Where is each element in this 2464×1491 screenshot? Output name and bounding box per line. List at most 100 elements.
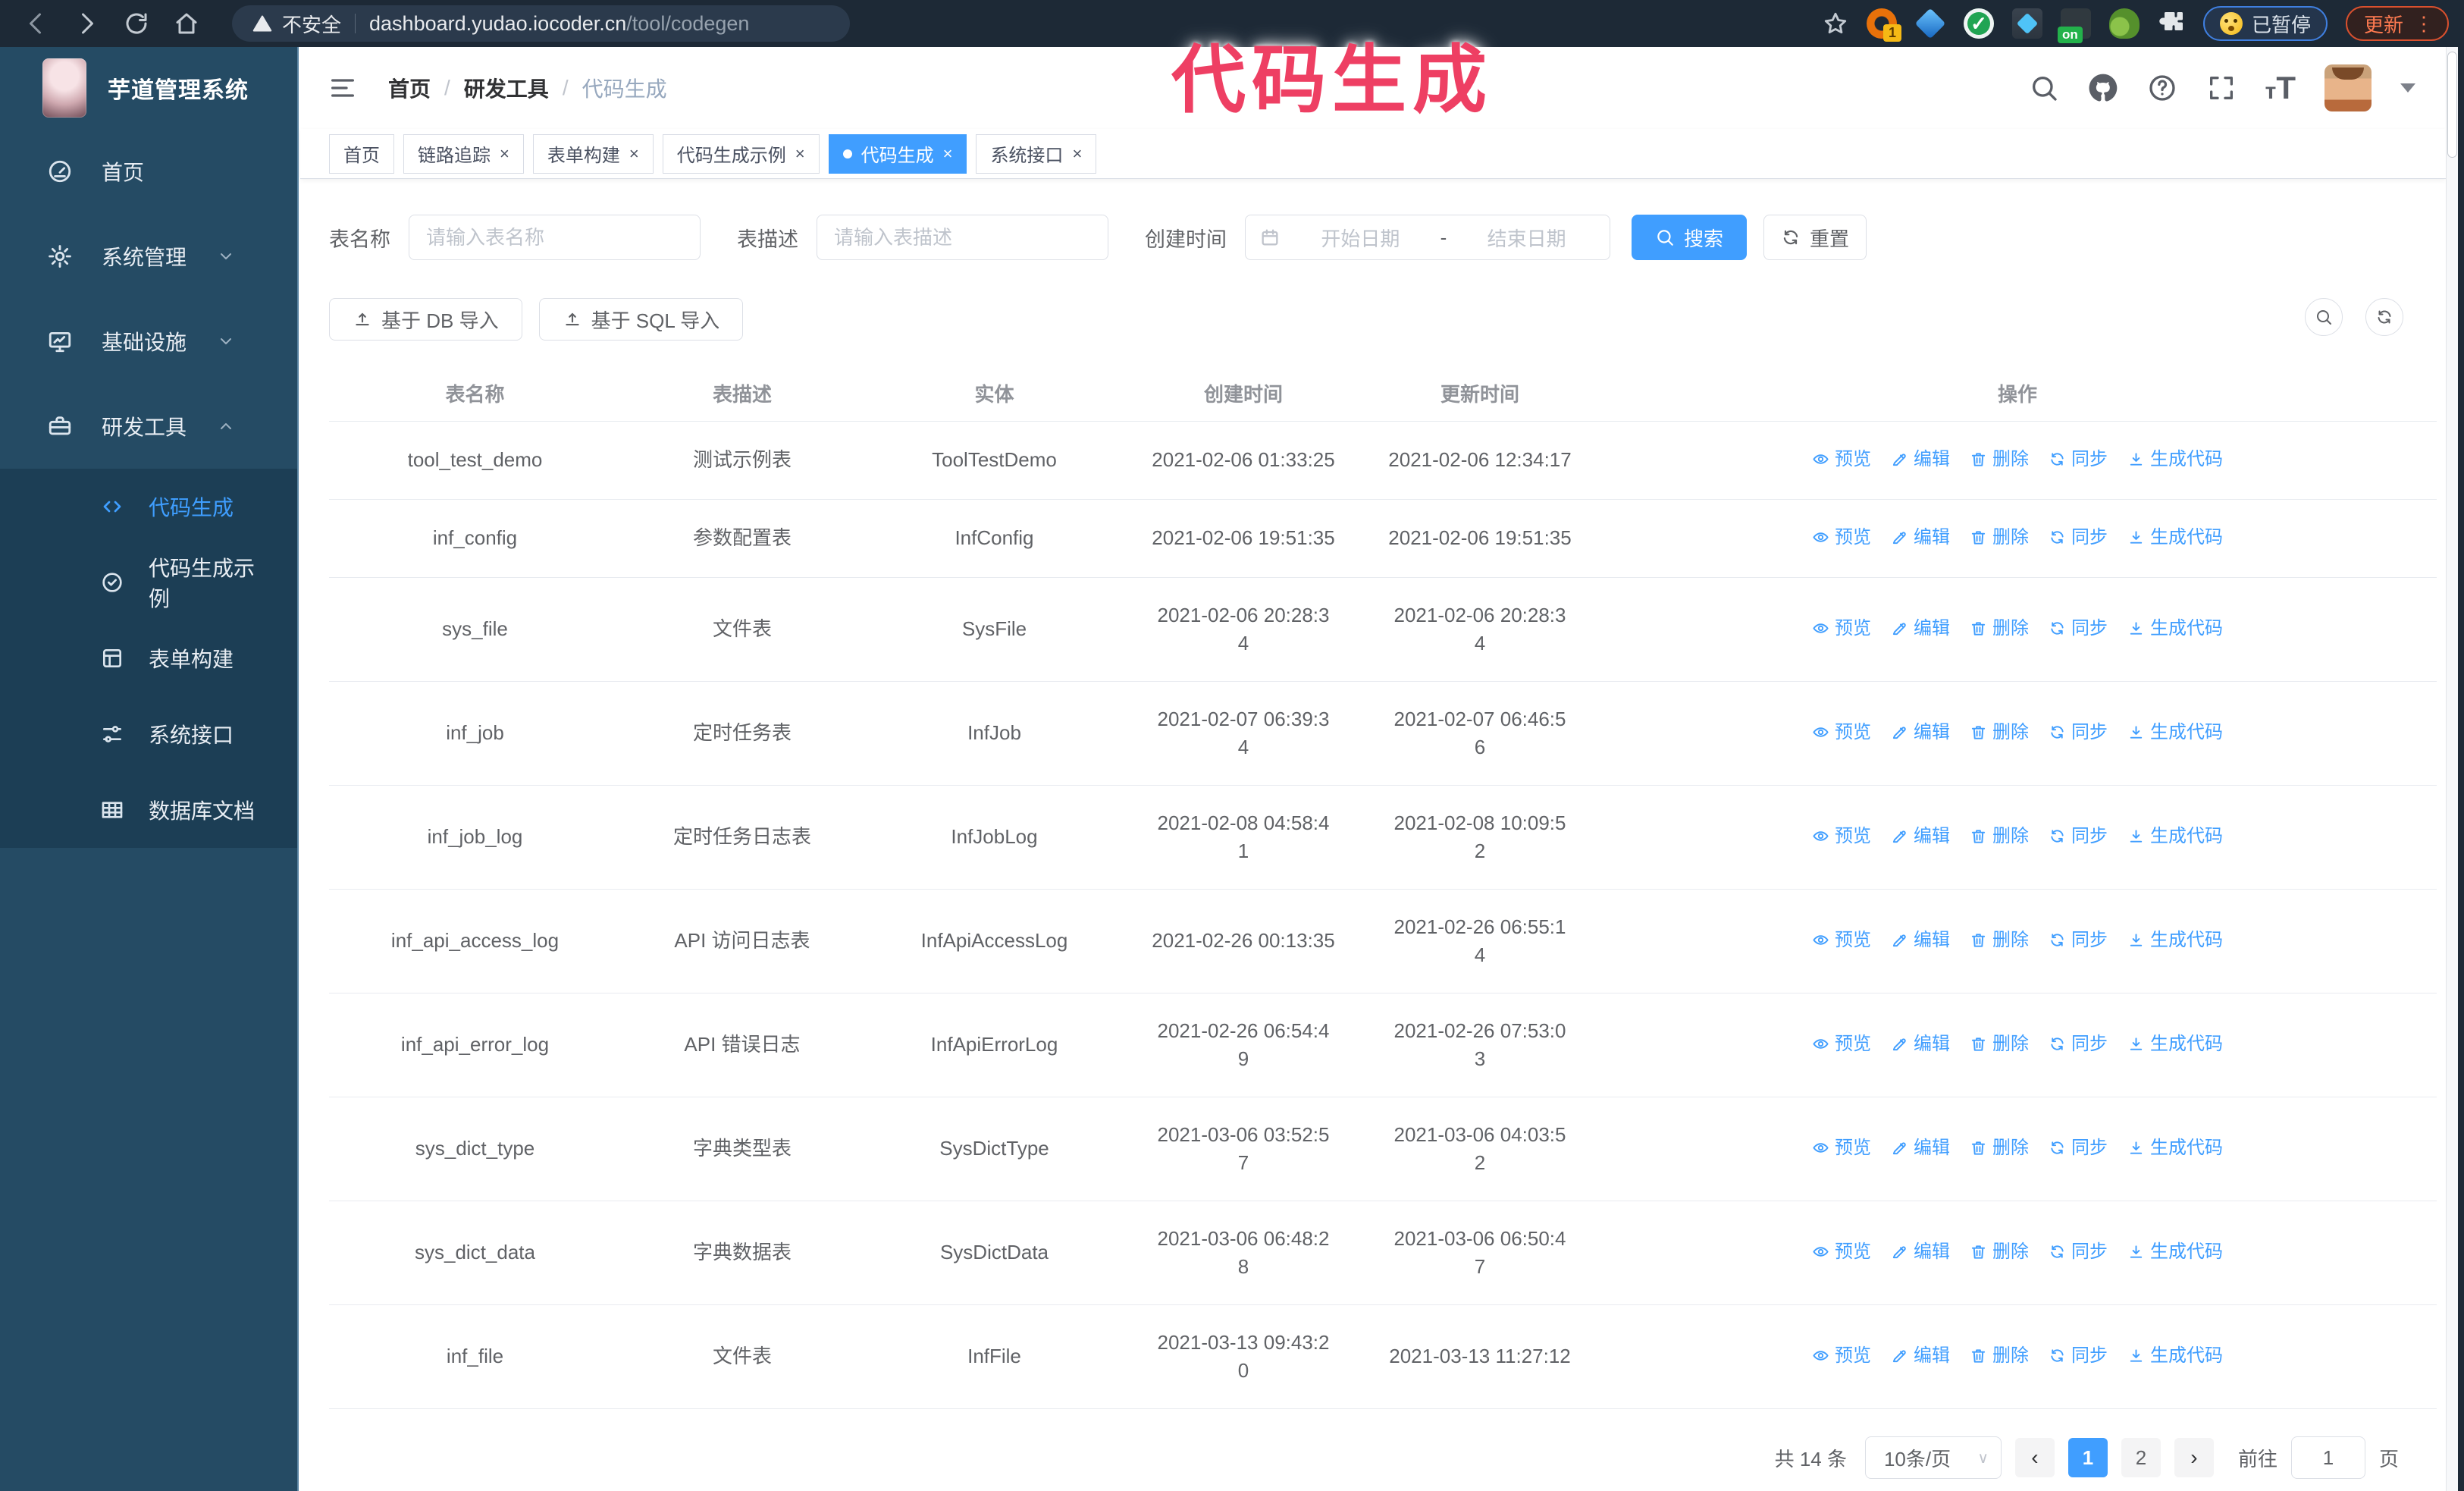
tab-表单构建[interactable]: 表单构建 × [532,133,654,174]
help-icon[interactable] [2147,73,2177,103]
sync-action-link[interactable]: 同步 [2049,1134,2108,1162]
reset-button[interactable]: 重置 [1763,215,1867,260]
close-icon[interactable]: × [629,144,639,164]
extension-icon-sprout[interactable] [2108,8,2140,39]
download-action-link[interactable]: 生成代码 [2127,718,2223,746]
header-search-icon[interactable] [2029,73,2059,103]
github-icon[interactable] [2088,73,2118,103]
sidebar-item-badge-check[interactable]: 代码生成示例 [0,545,297,620]
browser-back-icon[interactable] [23,10,50,37]
edit-action-link[interactable]: 编辑 [1891,1238,1950,1266]
download-action-link[interactable]: 生成代码 [2127,1238,2223,1266]
download-action-link[interactable]: 生成代码 [2127,926,2223,954]
prev-page-button[interactable]: ‹ [2014,1438,2055,1477]
breadcrumb-devtools[interactable]: 研发工具 [464,73,549,103]
sidebar-item-sliders[interactable]: 系统接口 [0,696,297,772]
browser-forward-icon[interactable] [73,10,100,37]
download-action-link[interactable]: 生成代码 [2127,523,2223,551]
sidebar-fold-icon[interactable] [328,73,358,103]
delete-action-link[interactable]: 删除 [1970,1238,2029,1266]
delete-action-link[interactable]: 删除 [1970,523,2029,551]
extension-icon-orange[interactable]: 1 [1866,8,1901,42]
scrollbar-thumb[interactable] [2447,52,2457,158]
sync-action-link[interactable]: 同步 [2049,718,2108,746]
eye-action-link[interactable]: 预览 [1812,523,1871,551]
eye-action-link[interactable]: 预览 [1812,1342,1871,1370]
eye-action-link[interactable]: 预览 [1812,926,1871,954]
download-action-link[interactable]: 生成代码 [2127,445,2223,473]
tab-链路追踪[interactable]: 链路追踪 × [403,133,524,174]
edit-action-link[interactable]: 编辑 [1891,1134,1950,1162]
sidebar-item-gear[interactable]: 系统管理 [0,214,297,299]
search-button[interactable]: 搜索 [1632,215,1747,260]
sync-action-link[interactable]: 同步 [2049,614,2108,642]
eye-action-link[interactable]: 预览 [1812,1238,1871,1266]
edit-action-link[interactable]: 编辑 [1891,926,1950,954]
sidebar-item-table-grid[interactable]: 数据库文档 [0,772,297,848]
download-action-link[interactable]: 生成代码 [2127,614,2223,642]
extension-icon-gem[interactable] [1914,8,1946,39]
import-sql-button[interactable]: 基于 SQL 导入 [538,298,744,341]
eye-action-link[interactable]: 预览 [1812,718,1871,746]
extension-icon-check[interactable]: ✓ [1963,8,1994,39]
next-page-button[interactable]: › [2174,1438,2214,1477]
delete-action-link[interactable]: 删除 [1970,926,2029,954]
download-action-link[interactable]: 生成代码 [2127,1342,2223,1370]
delete-action-link[interactable]: 删除 [1970,1134,2029,1162]
sidebar-item-toolbox[interactable]: 研发工具 [0,384,297,469]
close-icon[interactable]: × [1072,144,1082,164]
sync-action-link[interactable]: 同步 [2049,523,2108,551]
tab-代码生成[interactable]: 代码生成 × [828,133,967,174]
eye-action-link[interactable]: 预览 [1812,1134,1871,1162]
extension-icon-on[interactable]: on [2057,8,2091,43]
table-name-input[interactable] [409,215,701,260]
browser-reload-icon[interactable] [123,10,150,37]
toggle-search-button[interactable] [2305,298,2343,336]
sync-action-link[interactable]: 同步 [2049,1238,2108,1266]
close-icon[interactable]: × [500,144,509,164]
bookmark-star-icon[interactable] [1823,11,1848,36]
sync-action-link[interactable]: 同步 [2049,445,2108,473]
eye-action-link[interactable]: 预览 [1812,445,1871,473]
eye-action-link[interactable]: 预览 [1812,1030,1871,1058]
browser-update-button[interactable]: 更新 ⋮ [2345,6,2449,41]
download-action-link[interactable]: 生成代码 [2127,1030,2223,1058]
delete-action-link[interactable]: 删除 [1970,1342,2029,1370]
close-icon[interactable]: × [795,144,805,164]
page-button-1[interactable]: 1 [2067,1438,2108,1477]
edit-action-link[interactable]: 编辑 [1891,718,1950,746]
paused-extension-pill[interactable]: 已暂停 [2202,6,2328,41]
eye-action-link[interactable]: 预览 [1812,822,1871,850]
address-bar[interactable]: 不安全 dashboard.yudao.iocoder.cn /tool/cod… [232,5,850,42]
table-desc-input[interactable] [817,215,1108,260]
download-action-link[interactable]: 生成代码 [2127,822,2223,850]
sidebar-item-form[interactable]: 表单构建 [0,620,297,696]
sync-action-link[interactable]: 同步 [2049,926,2108,954]
edit-action-link[interactable]: 编辑 [1891,1030,1950,1058]
download-action-link[interactable]: 生成代码 [2127,1134,2223,1162]
tab-代码生成示例[interactable]: 代码生成示例 × [662,133,820,174]
delete-action-link[interactable]: 删除 [1970,614,2029,642]
page-button-2[interactable]: 2 [2121,1438,2161,1477]
edit-action-link[interactable]: 编辑 [1891,1342,1950,1370]
delete-action-link[interactable]: 删除 [1970,445,2029,473]
tab-系统接口[interactable]: 系统接口 × [976,133,1097,174]
sidebar-item-monitor[interactable]: 基础设施 [0,299,297,384]
edit-action-link[interactable]: 编辑 [1891,614,1950,642]
scrollbar[interactable] [2446,47,2458,1491]
sync-action-link[interactable]: 同步 [2049,1342,2108,1370]
date-range-picker[interactable]: 开始日期 - 结束日期 [1245,215,1610,260]
edit-action-link[interactable]: 编辑 [1891,822,1950,850]
refresh-table-button[interactable] [2365,298,2403,336]
edit-action-link[interactable]: 编辑 [1891,445,1950,473]
extension-icon-grid[interactable] [2011,8,2042,39]
delete-action-link[interactable]: 删除 [1970,718,2029,746]
sync-action-link[interactable]: 同步 [2049,822,2108,850]
sidebar-item-code[interactable]: 代码生成 [0,469,297,545]
sync-action-link[interactable]: 同步 [2049,1030,2108,1058]
import-db-button[interactable]: 基于 DB 导入 [329,298,522,341]
page-size-select[interactable]: 10条/页 ∨ [1864,1436,2002,1479]
breadcrumb-home[interactable]: 首页 [388,73,431,103]
tab-首页[interactable]: 首页 [329,133,394,174]
eye-action-link[interactable]: 预览 [1812,614,1871,642]
